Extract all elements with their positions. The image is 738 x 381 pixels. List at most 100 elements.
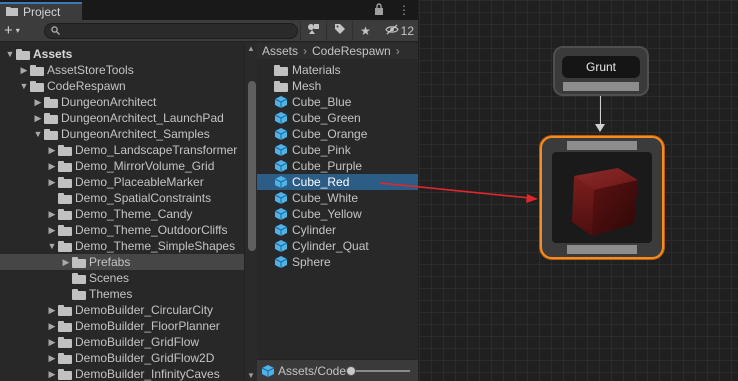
asset-prefab-item[interactable]: Cube_Red bbox=[257, 174, 418, 190]
link-arrowhead-icon bbox=[595, 124, 605, 132]
breadcrumb: Assets › CodeRespawn › bbox=[257, 43, 418, 59]
grunt-node[interactable]: Grunt bbox=[553, 46, 649, 96]
kebab-menu-icon[interactable]: ⋮ bbox=[398, 3, 410, 18]
tree-item[interactable]: ▼ Assets bbox=[0, 46, 244, 62]
collapse-right-arrow-icon[interactable]: ▶ bbox=[18, 65, 30, 76]
tree-item[interactable]: Scenes bbox=[0, 270, 244, 286]
asset-prefab-item[interactable]: Cube_White bbox=[257, 190, 418, 206]
expand-down-arrow-icon[interactable]: ▼ bbox=[4, 49, 16, 59]
expand-down-arrow-icon[interactable]: ▼ bbox=[18, 81, 30, 91]
graph-view[interactable]: Grunt bbox=[419, 0, 738, 381]
tab-project[interactable]: Project bbox=[0, 2, 82, 20]
asset-list-pane: Assets › CodeRespawn › Materials Mesh Cube_Bl… bbox=[257, 43, 418, 381]
expand-down-arrow-icon[interactable]: ▼ bbox=[46, 241, 58, 251]
tree-item[interactable]: ▼ DungeonArchitect_Samples bbox=[0, 126, 244, 142]
prefab-icon bbox=[274, 176, 288, 188]
breadcrumb-item[interactable]: CodeRespawn bbox=[312, 44, 391, 58]
cube-red-output-pin[interactable] bbox=[567, 245, 637, 254]
asset-prefab-item[interactable]: Cube_Purple bbox=[257, 158, 418, 174]
tree-item[interactable]: ▶ AssetStoreTools bbox=[0, 62, 244, 78]
asset-prefab-item[interactable]: Cylinder_Quat bbox=[257, 238, 418, 254]
add-button[interactable]: + ▾ bbox=[4, 22, 32, 39]
tree-item[interactable]: ▶ DemoBuilder_GridFlow2D bbox=[0, 350, 244, 366]
collapse-right-arrow-icon[interactable]: ▶ bbox=[46, 321, 58, 332]
cube-red-node[interactable] bbox=[540, 136, 664, 259]
tree-item[interactable]: ▶ Demo_Theme_Candy bbox=[0, 206, 244, 222]
collapse-right-arrow-icon[interactable]: ▶ bbox=[32, 113, 44, 124]
collapse-right-arrow-icon[interactable]: ▶ bbox=[46, 369, 58, 380]
tree-scrollbar[interactable]: ▲ ▼ bbox=[244, 43, 257, 381]
asset-folder-item[interactable]: Materials bbox=[257, 62, 418, 78]
grunt-output-pin[interactable] bbox=[563, 82, 639, 91]
favorites-button[interactable]: ★ bbox=[352, 21, 378, 40]
tree-item[interactable]: ▶ DemoBuilder_InfinityCaves bbox=[0, 366, 244, 381]
search-input[interactable] bbox=[44, 23, 298, 39]
tree-item[interactable]: Themes bbox=[0, 286, 244, 302]
tree-item[interactable]: ▶ Prefabs bbox=[0, 254, 244, 270]
tree-item[interactable]: ▶ DemoBuilder_GridFlow bbox=[0, 334, 244, 350]
tree-item[interactable]: ▶ Demo_MirrorVolume_Grid bbox=[0, 158, 244, 174]
asset-item-label: Cube_Blue bbox=[292, 95, 352, 109]
folder-icon bbox=[58, 336, 72, 348]
collapse-right-arrow-icon[interactable]: ▶ bbox=[32, 97, 44, 108]
breadcrumb-chevron-icon: › bbox=[303, 44, 308, 58]
hidden-packages-toggle[interactable]: 12 bbox=[384, 21, 414, 40]
lock-icon[interactable] bbox=[374, 3, 384, 18]
prefab-icon bbox=[274, 256, 288, 268]
prefab-icon bbox=[274, 128, 288, 140]
folder-icon bbox=[72, 256, 86, 268]
folder-icon bbox=[58, 320, 72, 332]
folder-icon bbox=[44, 112, 58, 124]
expand-down-arrow-icon[interactable]: ▼ bbox=[32, 129, 44, 139]
collapse-right-arrow-icon[interactable]: ▶ bbox=[46, 337, 58, 348]
icon-size-slider[interactable] bbox=[346, 366, 410, 376]
search-by-label-button[interactable] bbox=[326, 21, 352, 40]
eye-slash-icon bbox=[384, 24, 399, 38]
tree-item[interactable]: ▶ Demo_LandscapeTransformer bbox=[0, 142, 244, 158]
plus-icon: + bbox=[4, 22, 13, 39]
asset-prefab-item[interactable]: Cylinder bbox=[257, 222, 418, 238]
tree-item[interactable]: ▶ DemoBuilder_CircularCity bbox=[0, 302, 244, 318]
collapse-right-arrow-icon[interactable]: ▶ bbox=[46, 177, 58, 188]
prefab-icon bbox=[274, 112, 288, 124]
scroll-down-arrow-icon[interactable]: ▼ bbox=[247, 371, 255, 380]
tree-item-label: Demo_MirrorVolume_Grid bbox=[75, 159, 215, 173]
collapse-right-arrow-icon[interactable]: ▶ bbox=[60, 257, 72, 268]
prefab-icon bbox=[274, 144, 288, 156]
asset-prefab-item[interactable]: Cube_Pink bbox=[257, 142, 418, 158]
scroll-up-arrow-icon[interactable]: ▲ bbox=[247, 44, 255, 53]
scrollbar-thumb[interactable] bbox=[248, 81, 256, 251]
collapse-right-arrow-icon[interactable]: ▶ bbox=[46, 209, 58, 220]
collapse-right-arrow-icon[interactable]: ▶ bbox=[46, 353, 58, 364]
tree-item[interactable]: Demo_SpatialConstraints bbox=[0, 190, 244, 206]
collapse-right-arrow-icon[interactable]: ▶ bbox=[46, 225, 58, 236]
collapse-right-arrow-icon[interactable]: ▶ bbox=[46, 161, 58, 172]
tree-item[interactable]: ▶ DemoBuilder_FloorPlanner bbox=[0, 318, 244, 334]
search-by-type-button[interactable] bbox=[300, 21, 326, 40]
folder-icon bbox=[58, 352, 72, 364]
asset-prefab-item[interactable]: Cube_Green bbox=[257, 110, 418, 126]
cube-red-input-pin[interactable] bbox=[567, 141, 637, 150]
tree-item[interactable]: ▶ DungeonArchitect_LaunchPad bbox=[0, 110, 244, 126]
tree-item[interactable]: ▼ CodeRespawn bbox=[0, 78, 244, 94]
folder-icon bbox=[58, 160, 72, 172]
tree-item[interactable]: ▼ Demo_Theme_SimpleShapes bbox=[0, 238, 244, 254]
folder-icon bbox=[58, 368, 72, 380]
tree-item-label: Demo_Theme_SimpleShapes bbox=[75, 239, 236, 253]
collapse-right-arrow-icon[interactable]: ▶ bbox=[46, 305, 58, 316]
tree-item-label: Scenes bbox=[89, 271, 130, 285]
tree-item[interactable]: ▶ Demo_PlaceableMarker bbox=[0, 174, 244, 190]
collapse-right-arrow-icon[interactable]: ▶ bbox=[46, 145, 58, 156]
tree-item-label: Demo_PlaceableMarker bbox=[75, 175, 204, 189]
asset-prefab-item[interactable]: Cube_Orange bbox=[257, 126, 418, 142]
asset-prefab-item[interactable]: Sphere bbox=[257, 254, 418, 270]
tree-item[interactable]: ▶ Demo_Theme_OutdoorCliffs bbox=[0, 222, 244, 238]
asset-folder-item[interactable]: Mesh bbox=[257, 78, 418, 94]
tree-item[interactable]: ▶ DungeonArchitect bbox=[0, 94, 244, 110]
red-cube-icon bbox=[572, 168, 638, 236]
breadcrumb-item[interactable]: Assets bbox=[262, 44, 298, 58]
icon-size-slider-knob[interactable] bbox=[346, 366, 356, 376]
folder-icon bbox=[58, 192, 72, 204]
asset-prefab-item[interactable]: Cube_Yellow bbox=[257, 206, 418, 222]
asset-prefab-item[interactable]: Cube_Blue bbox=[257, 94, 418, 110]
